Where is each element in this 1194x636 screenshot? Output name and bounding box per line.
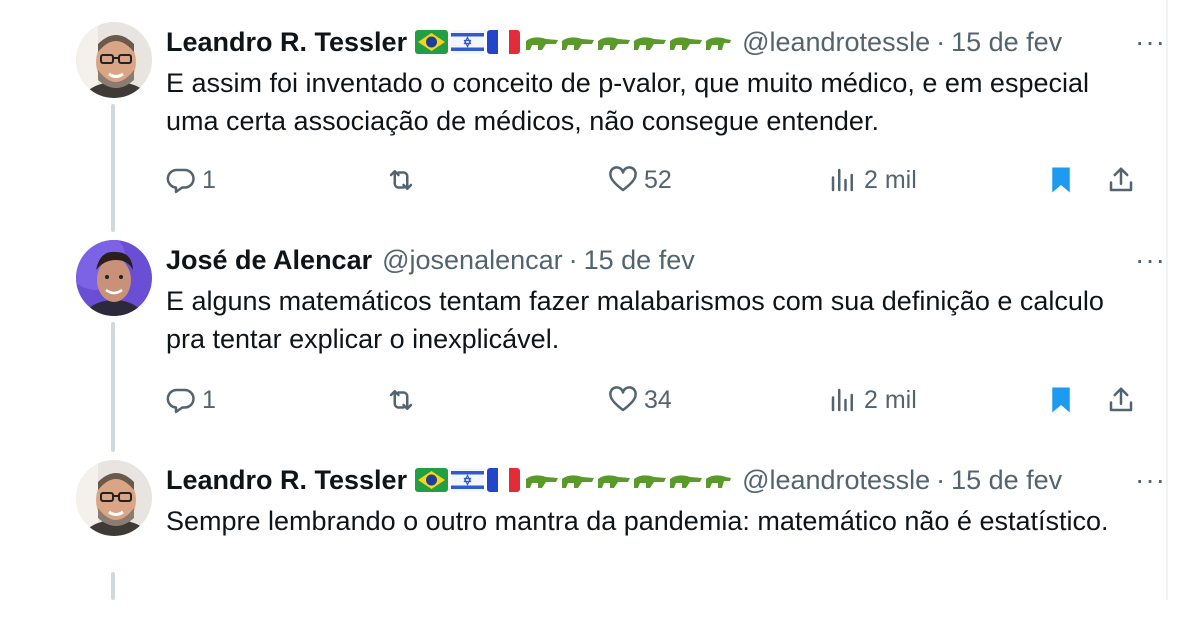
reply-button[interactable]: 1 [166, 380, 216, 420]
author-handle[interactable]: @josenalencar [382, 245, 563, 276]
share-button[interactable] [1106, 380, 1136, 420]
tweet-3[interactable]: Leandro R. Tessler @leandrotessle · 15 d… [0, 460, 1166, 600]
like-count: 52 [644, 165, 672, 194]
separator-dot: · [936, 464, 946, 495]
separator-dot: · [936, 26, 946, 57]
heart-icon [609, 166, 637, 192]
tweet-actions: 1 34 2 mil [166, 380, 1136, 420]
brazil-flag-icon [415, 30, 449, 54]
views-button[interactable]: 2 mil [828, 160, 917, 200]
bookmark-button[interactable] [1046, 380, 1076, 420]
tweet-text: E alguns matemáticos tentam fazer malaba… [166, 286, 1104, 354]
avatar-leandro[interactable] [76, 22, 152, 98]
retweet-button[interactable] [386, 380, 416, 420]
timeline-border [1166, 0, 1168, 600]
like-count: 34 [644, 385, 672, 414]
reply-count: 1 [202, 165, 216, 194]
heart-icon [609, 386, 637, 412]
author-handle[interactable]: @leandrotessle [742, 465, 930, 496]
tweet-header: José de Alencar @josenalencar · 15 de fe… [166, 240, 1136, 280]
reply-button[interactable]: 1 [166, 160, 216, 200]
tweet-header: Leandro R. Tessler @leandrotessle · 15 d… [166, 460, 1136, 500]
author-name[interactable]: Leandro R. Tessler [166, 465, 407, 496]
views-chart-icon [831, 388, 853, 412]
tweet-text: E assim foi inventado o conceito de p-va… [166, 68, 1089, 136]
thread-line [111, 572, 115, 600]
bookmark-button[interactable] [1046, 160, 1076, 200]
israel-flag-icon [451, 30, 485, 54]
crocodile-emojis-icon [524, 469, 732, 491]
reply-count: 1 [202, 385, 216, 414]
reply-icon [166, 388, 195, 414]
crocodile-emojis-icon [524, 31, 732, 53]
bookmark-filled-icon [1052, 167, 1070, 193]
flag-emojis [415, 30, 521, 54]
tweet-actions: 1 52 2 mil [166, 160, 1136, 200]
retweet-icon [389, 170, 413, 190]
brazil-flag-icon [415, 468, 449, 492]
reply-icon [166, 168, 195, 194]
bookmark-filled-icon [1052, 387, 1070, 413]
avatar-image [76, 22, 152, 98]
tweet-date[interactable]: 15 de fev [584, 245, 695, 276]
france-flag-icon [487, 468, 521, 492]
tweet-date[interactable]: 15 de fev [951, 465, 1062, 496]
share-button[interactable] [1106, 160, 1136, 200]
tweet-date[interactable]: 15 de fev [951, 27, 1062, 58]
avatar-jose[interactable] [76, 240, 152, 316]
author-name[interactable]: José de Alencar [166, 245, 372, 276]
more-options-button[interactable]: ··· [1135, 240, 1166, 280]
views-count: 2 mil [864, 385, 917, 414]
more-options-button[interactable]: ··· [1135, 22, 1166, 62]
views-count: 2 mil [864, 165, 917, 194]
views-button[interactable]: 2 mil [828, 380, 917, 420]
separator-dot: · [568, 244, 578, 275]
flag-emojis [415, 468, 521, 492]
tweet-1[interactable]: Leandro R. Tessler @leandrotessle · 15 d… [0, 22, 1166, 232]
views-chart-icon [831, 168, 853, 192]
france-flag-icon [487, 30, 521, 54]
share-icon [1109, 167, 1133, 192]
thread-line [111, 104, 115, 232]
tweet-header: Leandro R. Tessler @leandrotessle · 15 d… [166, 22, 1136, 62]
avatar-image [76, 460, 152, 536]
author-name[interactable]: Leandro R. Tessler [166, 27, 407, 58]
thread-line [111, 322, 115, 452]
tweet-2[interactable]: José de Alencar @josenalencar · 15 de fe… [0, 240, 1166, 452]
more-options-button[interactable]: ··· [1135, 460, 1166, 500]
retweet-button[interactable] [386, 160, 416, 200]
avatar-image [76, 240, 152, 316]
like-button[interactable]: 52 [608, 160, 672, 200]
share-icon [1109, 387, 1133, 412]
israel-flag-icon [451, 468, 485, 492]
avatar-leandro[interactable] [76, 460, 152, 536]
tweet-text: Sempre lembrando o outro mantra da pande… [166, 506, 1109, 536]
retweet-icon [389, 390, 413, 410]
like-button[interactable]: 34 [608, 380, 672, 420]
author-handle[interactable]: @leandrotessle [742, 27, 930, 58]
